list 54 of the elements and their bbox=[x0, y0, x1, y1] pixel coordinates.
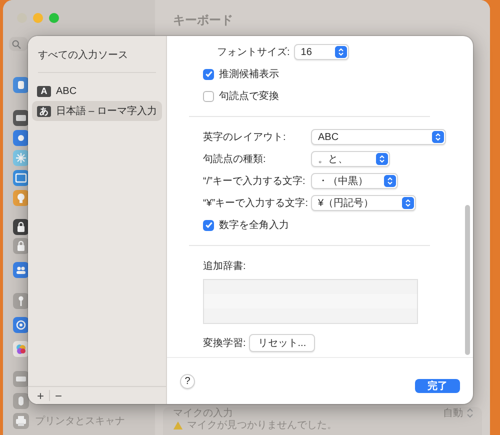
input-source-icon: あ bbox=[37, 106, 51, 116]
stepper-icon bbox=[432, 131, 444, 143]
checkbox[interactable] bbox=[203, 90, 214, 102]
search-icon bbox=[12, 40, 21, 48]
setting-label: マイクの入力 bbox=[173, 408, 233, 418]
people-icon[interactable] bbox=[13, 262, 29, 278]
input-source-label: ABC bbox=[56, 86, 77, 96]
popup-button[interactable]: 16 bbox=[294, 44, 349, 60]
field-label: 句読点の種類: bbox=[203, 152, 267, 166]
lock-icon[interactable] bbox=[13, 219, 29, 235]
stepper-icon bbox=[376, 153, 388, 165]
sidebar-heading: すべての入力ソース bbox=[37, 48, 129, 63]
stepper-icon[interactable] bbox=[466, 407, 474, 419]
key-icon[interactable] bbox=[13, 293, 29, 309]
input-source-item[interactable]: あ 日本語 – ローマ字入力 bbox=[32, 101, 162, 121]
search-field[interactable] bbox=[9, 37, 28, 51]
popup-button[interactable]: 。と、 bbox=[311, 151, 390, 167]
help-button[interactable]: ? bbox=[180, 374, 195, 388]
checkbox-label: 推測候補表示 bbox=[219, 68, 279, 81]
bulb-icon[interactable] bbox=[13, 190, 29, 206]
popup-button[interactable]: ・（中黒） bbox=[311, 173, 398, 189]
add-button[interactable]: + bbox=[32, 388, 50, 402]
scrollbar[interactable] bbox=[465, 205, 470, 355]
keyboard-icon[interactable] bbox=[13, 371, 29, 387]
window-title: キーボード bbox=[172, 12, 234, 29]
field-label: フォントサイズ: bbox=[217, 46, 290, 59]
done-button[interactable]: 完了 bbox=[415, 379, 460, 393]
checkbox-label: 数字を全角入力 bbox=[219, 218, 289, 232]
field-label: 英字のレイアウト: bbox=[203, 130, 287, 144]
reset-button[interactable]: リセット... bbox=[248, 334, 316, 352]
checkbox-label: 句読点で変換 bbox=[219, 90, 279, 103]
mouse-icon[interactable] bbox=[13, 393, 29, 409]
input-source-icon: A bbox=[37, 86, 51, 96]
field-label: 追加辞書: bbox=[203, 260, 247, 273]
popup-button[interactable]: ¥（円記号） bbox=[311, 195, 416, 211]
field-label: “/”キーで入力する文字: bbox=[203, 174, 306, 188]
input-source-label: 日本語 – ローマ字入力 bbox=[56, 104, 157, 118]
printer-icon[interactable] bbox=[13, 413, 29, 429]
stepper-icon bbox=[334, 46, 347, 58]
screen-icon[interactable] bbox=[13, 170, 29, 186]
checkbox[interactable] bbox=[203, 68, 214, 80]
input-source-item[interactable]: A ABC bbox=[32, 81, 162, 101]
snowflake-icon[interactable] bbox=[13, 150, 29, 166]
warning-icon bbox=[173, 421, 183, 430]
display-icon[interactable] bbox=[13, 110, 29, 126]
field-label: “¥”キーで入力する文字: bbox=[203, 196, 309, 210]
colorful-circles-icon[interactable] bbox=[13, 341, 29, 357]
checkbox[interactable] bbox=[203, 220, 214, 230]
field-label: 変換学習: bbox=[203, 336, 246, 350]
remove-button[interactable]: − bbox=[50, 388, 68, 402]
stepper-icon bbox=[402, 197, 414, 209]
stepper-icon bbox=[384, 175, 396, 187]
warning-text: マイクが見つかりませんでした。 bbox=[187, 420, 337, 431]
popup-button[interactable]: ABC bbox=[311, 129, 446, 145]
